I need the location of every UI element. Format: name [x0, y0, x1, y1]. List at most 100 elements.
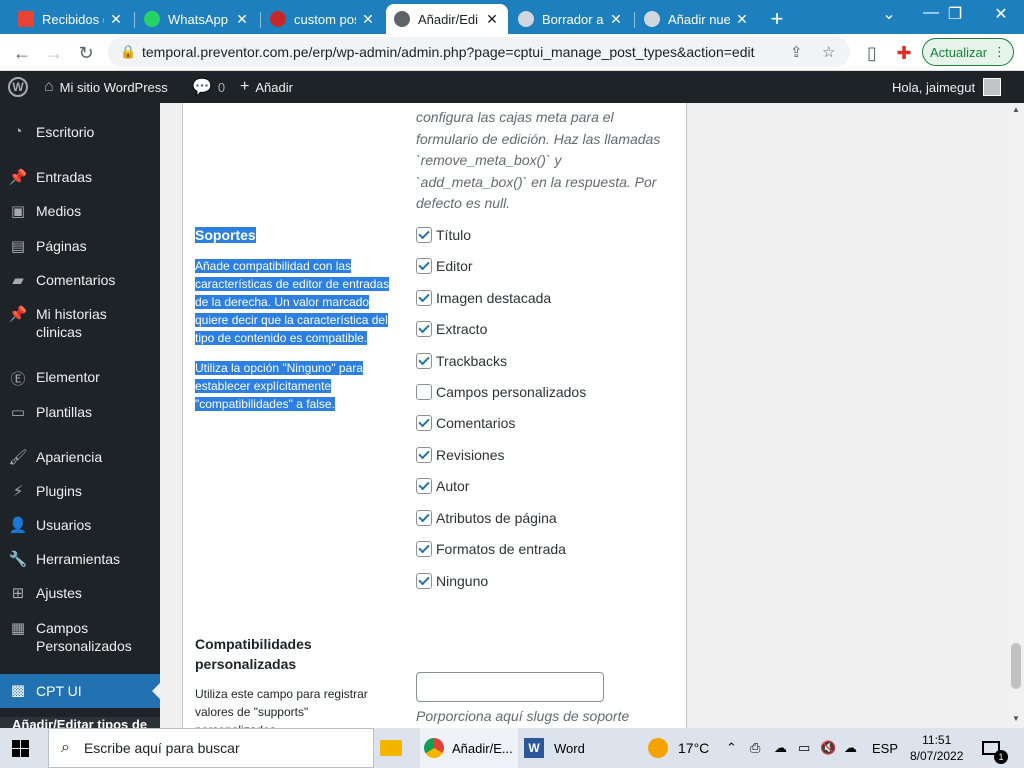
back-button[interactable]: ← — [10, 41, 34, 65]
windows-start-icon[interactable] — [12, 728, 29, 768]
close-icon[interactable]: ✕ — [234, 11, 250, 28]
scroll-up-arrow[interactable]: ▲ — [1008, 105, 1024, 114]
sidebar-item-label: Apariencia — [36, 449, 103, 465]
checkbox[interactable] — [416, 415, 432, 431]
wordpress-logo-icon[interactable]: W — [8, 71, 28, 103]
comments-link[interactable]: 💬 0 — [192, 71, 225, 103]
sidebar-item-paginas[interactable]: ▤ Páginas — [0, 237, 160, 257]
add-new-link[interactable]: + Añadir — [240, 71, 293, 103]
checkbox-ninguno[interactable]: Ninguno — [416, 573, 488, 589]
checkbox-formatos-entrada[interactable]: Formatos de entrada — [416, 541, 566, 557]
sidebar-item-usuarios[interactable]: 👤 Usuarios — [0, 516, 160, 536]
checkbox[interactable] — [416, 478, 432, 494]
close-icon[interactable]: ✕ — [360, 11, 376, 28]
clock[interactable]: 11:51 8/07/2022 — [910, 728, 963, 768]
taskbar-chrome[interactable]: Añadir/E... — [420, 728, 518, 768]
sidebar-item-historias[interactable]: 📌 Mi historias clinicas — [0, 305, 160, 341]
search-icon: ⌕ — [61, 739, 70, 756]
checkbox[interactable] — [416, 258, 432, 274]
close-icon[interactable]: ✕ — [608, 11, 624, 28]
checkbox-atributos-pagina[interactable]: Atributos de página — [416, 510, 557, 526]
checkbox-imagen-destacada[interactable]: Imagen destacada — [416, 290, 551, 306]
checkbox-editor[interactable]: Editor — [416, 258, 473, 274]
new-tab-button[interactable]: + — [766, 6, 788, 32]
tab-label: custom pos — [294, 11, 356, 27]
checkbox-revisiones[interactable]: Revisiones — [416, 447, 504, 463]
sidebar-item-comentarios[interactable]: ▰ Comentarios — [0, 271, 160, 291]
star-icon[interactable]: ☆ — [822, 43, 835, 61]
checkbox-extracto[interactable]: Extracto — [416, 321, 487, 337]
sidebar-item-cptui[interactable]: ▩ CPT UI — [0, 674, 160, 708]
weather-widget[interactable]: 17°C — [648, 728, 709, 768]
network-icon[interactable]: ▭ — [798, 728, 810, 768]
checkbox[interactable] — [416, 447, 432, 463]
submenu-item-anadir-editar[interactable]: Añadir/Editar tipos de — [0, 717, 160, 728]
my-account-link[interactable]: Hola, jaimegut — [892, 71, 1002, 103]
site-name-link[interactable]: ⌂ Mi sitio WordPress — [44, 71, 168, 103]
volume-muted-icon[interactable]: 🔇 — [820, 728, 836, 768]
url-omnibox[interactable]: 🔒 temporal.preventor.com.pe/erp/wp-admin… — [108, 37, 850, 67]
file-explorer-icon[interactable] — [380, 728, 402, 768]
tab-anadir-editar[interactable]: Añadir/Edi ✕ — [386, 4, 508, 34]
language-indicator[interactable]: ESP — [872, 728, 898, 768]
close-icon[interactable]: ✕ — [484, 11, 500, 28]
scroll-thumb[interactable] — [1011, 643, 1021, 689]
forward-button[interactable]: → — [42, 41, 66, 65]
checkbox-autor[interactable]: Autor — [416, 478, 469, 494]
update-button[interactable]: Actualizar ⋮ — [922, 38, 1014, 66]
tab-whatsapp[interactable]: WhatsApp ✕ — [136, 4, 258, 34]
show-hidden-icons[interactable]: ⌃ — [726, 728, 737, 768]
close-window-button[interactable]: ✕ — [978, 4, 1024, 24]
custom-supports-title: Compatibilidades personalizadas — [195, 636, 312, 672]
tab-custom-post[interactable]: custom pos ✕ — [262, 4, 384, 34]
checkbox[interactable] — [416, 573, 432, 589]
checkbox-titulo[interactable]: Título — [416, 227, 471, 243]
tab-anadir-nuevo[interactable]: Añadir nue ✕ — [636, 4, 758, 34]
sidebar-item-escritorio[interactable]: ◔ Escritorio — [0, 123, 160, 143]
close-icon[interactable]: ✕ — [108, 11, 124, 28]
checkbox[interactable] — [416, 353, 432, 369]
chrome-icon — [424, 738, 444, 758]
chevron-down-icon[interactable]: ⌄ — [866, 4, 912, 24]
scroll-down-arrow[interactable]: ▼ — [1008, 714, 1024, 723]
plus-icon: + — [240, 78, 250, 95]
checkbox-campos-personalizados[interactable]: Campos personalizados — [416, 384, 586, 400]
checkbox[interactable] — [416, 541, 432, 557]
checkbox[interactable] — [416, 290, 432, 306]
globe-icon — [644, 11, 660, 27]
profile-icon[interactable]: ✚ — [892, 41, 916, 65]
restore-button[interactable]: ❐ — [932, 4, 978, 24]
sidebar-item-plantillas[interactable]: ▭ Plantillas — [0, 403, 160, 423]
notifications-icon[interactable]: 1 — [982, 728, 1008, 768]
checkbox[interactable] — [416, 227, 432, 243]
custom-supports-input[interactable] — [416, 672, 604, 702]
share-icon[interactable]: ⇪ — [790, 43, 803, 61]
checkbox-trackbacks[interactable]: Trackbacks — [416, 353, 507, 369]
checkbox[interactable] — [416, 510, 432, 526]
checkbox[interactable] — [416, 321, 432, 337]
sidebar-item-ajustes[interactable]: ⊞ Ajustes — [0, 584, 160, 604]
sidebar-item-campos[interactable]: ▦ Campos Personalizados — [0, 619, 160, 655]
page-scrollbar[interactable]: ▲ ▼ — [1008, 103, 1024, 728]
checkbox[interactable] — [416, 384, 432, 400]
meet-now-icon[interactable]: ⎙ — [750, 728, 760, 768]
tab-borrador[interactable]: Borrador a ✕ — [510, 4, 632, 34]
onedrive-icon[interactable]: ☁ — [774, 728, 787, 768]
lock-icon[interactable]: 🔒 — [120, 44, 136, 60]
taskbar-search-input[interactable]: ⌕ Escribe aquí para buscar — [48, 728, 374, 768]
reload-button[interactable]: ↻ — [74, 41, 98, 65]
sidebar-item-medios[interactable]: ▣ Medios — [0, 202, 160, 222]
cloud-icon[interactable]: ☁ — [844, 728, 857, 768]
sidebar-item-herramientas[interactable]: 🔧 Herramientas — [0, 550, 160, 570]
close-icon[interactable]: ✕ — [734, 11, 750, 28]
sidebar-item-elementor[interactable]: Ⓔ Elementor — [0, 368, 160, 388]
tab-gmail[interactable]: Recibidos ( ✕ — [10, 4, 132, 34]
sidebar-item-entradas[interactable]: 📌 Entradas — [0, 168, 160, 188]
sidebar-item-plugins[interactable]: ⚡ Plugins — [0, 482, 160, 502]
sidebar-item-apariencia[interactable]: 🖌 Apariencia — [0, 448, 160, 468]
sidepanel-icon[interactable]: ▯ — [860, 41, 884, 65]
custom-supports-help: Utiliza este campo para registrar valore… — [195, 687, 368, 728]
checkbox-comentarios[interactable]: Comentarios — [416, 415, 515, 431]
taskbar-word[interactable]: W Word — [524, 728, 585, 768]
url-text[interactable]: temporal.preventor.com.pe/erp/wp-admin/a… — [142, 44, 755, 60]
